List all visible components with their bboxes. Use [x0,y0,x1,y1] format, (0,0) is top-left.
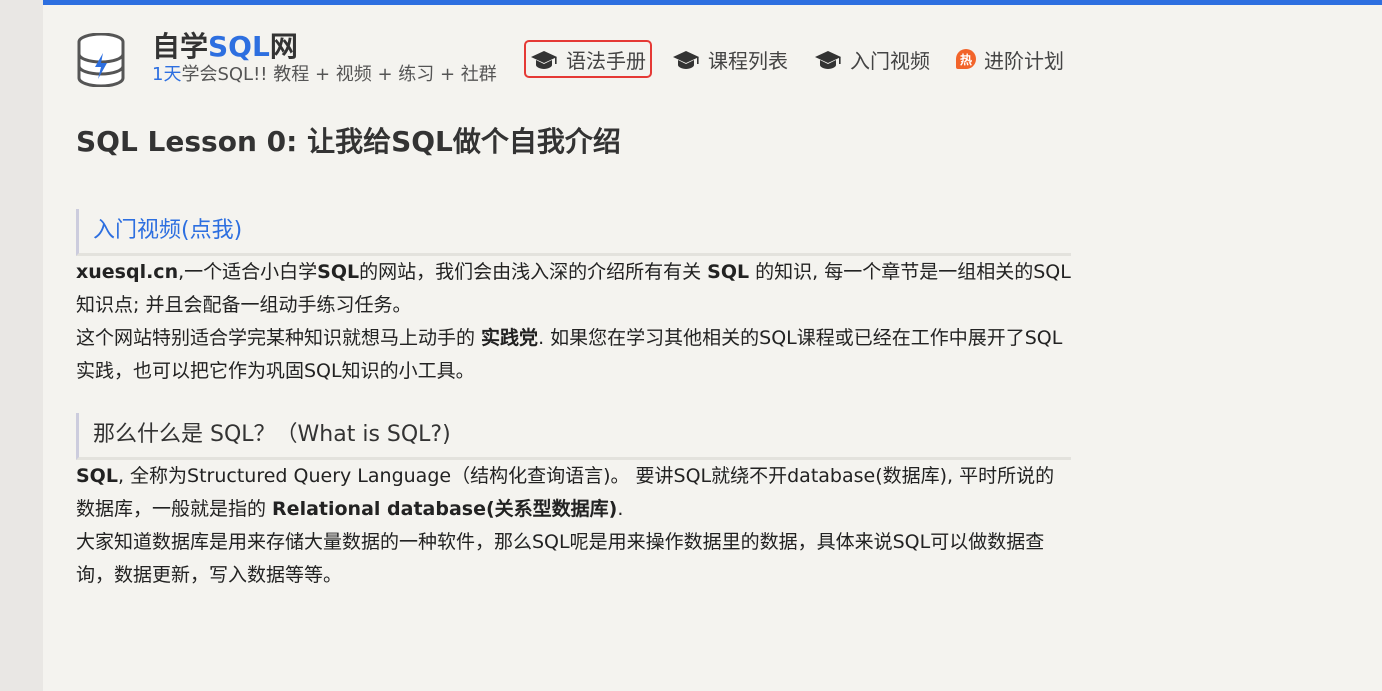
main-content: SQL Lesson 0: 让我给SQL做个自我介绍 入门视频(点我) xues… [76,118,1071,592]
brand[interactable]: 自学SQL网 1天学会SQL!! 教程 + 视频 + 练习 + 社群 [152,30,497,86]
nav-item-label: 课程列表 [708,48,788,73]
nav-item-intro-video[interactable]: 入门视频 [810,42,934,76]
nav-item-label: 语法手册 [566,48,646,73]
nav-item-course-list[interactable]: 课程列表 [668,42,792,76]
sql-usage-paragraph: 大家知道数据库是用来存储大量数据的一种软件，那么SQL呢是用来操作数据里的数据，… [76,531,1045,586]
nav-item-label: 入门视频 [850,48,930,73]
page-title: SQL Lesson 0: 让我给SQL做个自我介绍 [76,125,621,158]
intro-paragraph: xuesql.cn,一个适合小白学SQL的网站，我们会由浅入深的介绍所有有关 S… [76,261,1071,316]
database-logo-icon[interactable] [76,33,126,87]
main-nav: 语法手册 课程列表 入门视频 热 进阶计划 [524,40,1068,78]
site-tagline: 1天学会SQL!! 教程 + 视频 + 练习 + 社群 [152,64,497,85]
site-title[interactable]: 自学SQL网 [152,30,497,64]
intro-video-link[interactable]: 入门视频(点我) [76,209,1071,256]
nav-item-label: 进阶计划 [984,48,1064,73]
graduation-cap-icon [673,51,699,69]
graduation-cap-icon [815,51,841,69]
nav-item-advanced-plan[interactable]: 热 进阶计划 [952,42,1068,76]
audience-paragraph: 这个网站特别适合学完某种知识就想马上动手的 实践党. 如果您在学习其他相关的SQ… [76,327,1063,382]
sql-definition-paragraph: SQL, 全称为Structured Query Language（结构化查询语… [76,465,1055,520]
graduation-cap-icon [531,51,557,69]
section-heading-what-is-sql: 那么什么是 SQL？（What is SQL?) [76,413,1071,460]
page: 自学SQL网 1天学会SQL!! 教程 + 视频 + 练习 + 社群 语法手册 … [43,0,1382,691]
hot-icon: 热 [956,49,976,69]
nav-item-syntax-manual[interactable]: 语法手册 [524,40,652,78]
top-accent-bar [43,0,1382,5]
